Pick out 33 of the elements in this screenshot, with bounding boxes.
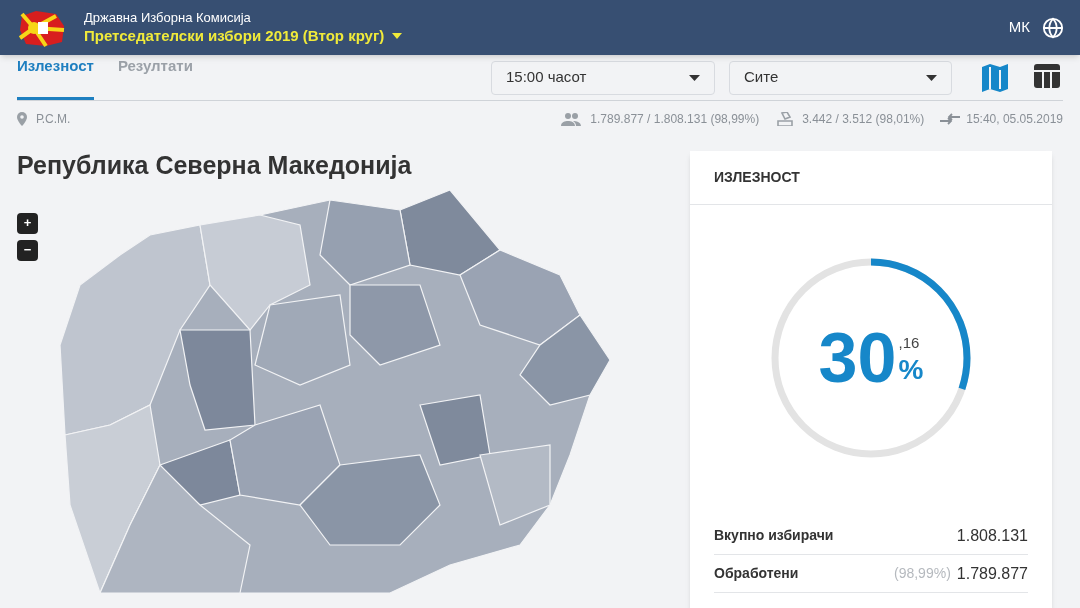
filter-dropdown[interactable]: Сите (729, 60, 952, 95)
filter-dropdown[interactable]: 15:00 часот (491, 60, 715, 95)
row-value: 1.789.877 (956, 563, 1028, 584)
polling-stations-count: 3.442 / 3.512 (98,01%) (802, 111, 925, 128)
election-dropdown[interactable]: Претседателски избори 2019 (Втор круг) (84, 25, 403, 46)
ballot-box-icon (777, 112, 794, 126)
table-icon[interactable] (1034, 63, 1060, 88)
row-percentage: (98,99%) (894, 564, 951, 583)
turnout-decimal: ,16 (898, 332, 921, 353)
caret-icon (689, 74, 700, 81)
voters-count: 1.789.877 / 1.808.131 (98,99%) (590, 111, 760, 128)
region-title: Република Северна Македонија (17, 150, 413, 181)
tab[interactable]: Излезност (17, 55, 94, 100)
caret-icon (392, 32, 403, 39)
language-button[interactable]: МК (1008, 16, 1030, 39)
percent-sign: % (898, 356, 924, 385)
card-title: ИЗЛЕЗНОСТ (690, 151, 1052, 205)
location-label: Р.С.М. (36, 111, 71, 128)
organization-name: Државна Изборна Комисија (84, 9, 252, 26)
row-label: Вкупно избирачи (714, 526, 834, 545)
zoom-button[interactable]: − (17, 239, 38, 261)
exchange-arrows-icon (940, 112, 961, 126)
zoom-button[interactable]: + (17, 212, 38, 234)
globe-icon[interactable] (1042, 16, 1064, 39)
map-icon[interactable] (982, 63, 1008, 92)
map-drawing[interactable] (59, 189, 611, 595)
update-time: 15:40, 05.05.2019 (966, 111, 1063, 128)
turnout-value: 30 (818, 323, 897, 393)
location-pin-icon (17, 112, 27, 126)
people-icon (561, 112, 582, 126)
row-value: 1.808.131 (956, 525, 1028, 546)
caret-icon (926, 74, 937, 81)
row-label: Обработени (714, 564, 799, 583)
